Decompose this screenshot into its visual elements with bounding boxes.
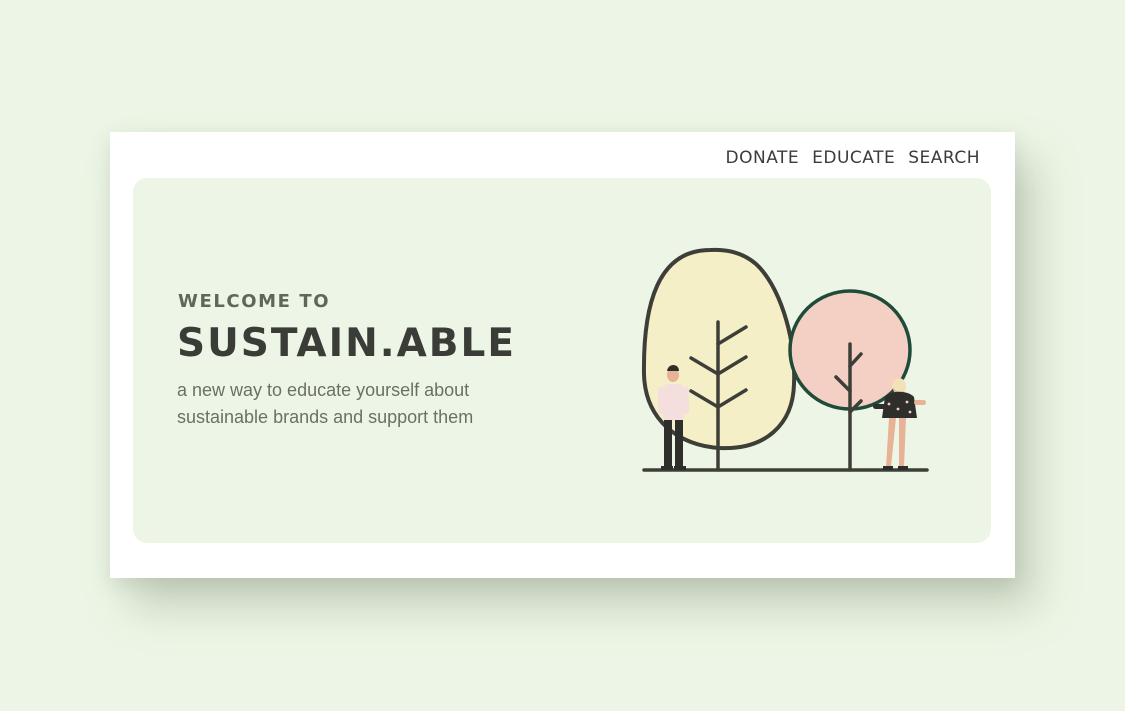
welcome-heading: WELCOME TO [178, 291, 331, 312]
page-card: DONATE EDUCATE SEARCH WELCOME TO SUSTAIN… [110, 132, 1015, 578]
tagline-text: a new way to educate yourself about sust… [177, 380, 474, 427]
hero-banner: WELCOME TO SUSTAIN.ABLE a new way to edu… [133, 178, 991, 543]
nav-search[interactable]: SEARCH [908, 148, 980, 168]
nav-educate[interactable]: EDUCATE [812, 148, 895, 168]
nav-donate[interactable]: DONATE [726, 148, 800, 168]
top-nav: DONATE EDUCATE SEARCH [726, 148, 981, 168]
brand-title: SUSTAIN.ABLE [177, 321, 516, 366]
trees-illustration [641, 247, 929, 472]
